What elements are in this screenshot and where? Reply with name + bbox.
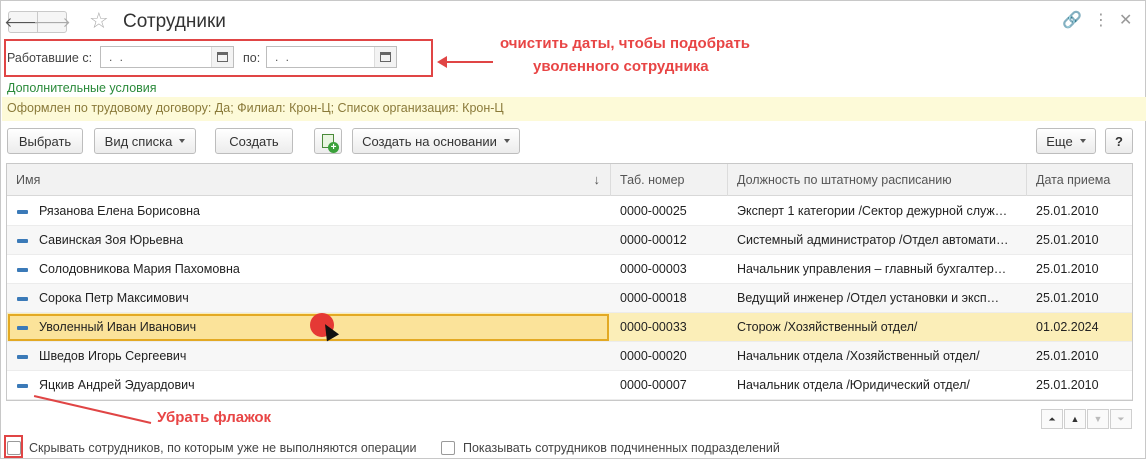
tab-number-cell: 0000-00007 <box>620 378 687 392</box>
employee-item-icon <box>17 326 28 330</box>
to-date-field[interactable]: . . <box>266 46 397 68</box>
tab-number-cell: 0000-00033 <box>620 320 687 334</box>
hire-date-cell: 25.01.2010 <box>1036 378 1099 392</box>
close-icon[interactable]: ✕ <box>1119 11 1132 31</box>
tab-number-cell: 0000-00012 <box>620 233 687 247</box>
position-cell: Системный администратор /Отдел автомати… <box>737 233 1009 247</box>
annotation-checkbox-note: Убрать флажок <box>157 409 272 426</box>
from-date-value: . . <box>109 50 126 64</box>
help-button[interactable]: ? <box>1105 128 1133 154</box>
column-header-tab-number[interactable]: Таб. номер <box>611 164 728 196</box>
to-date-value: . . <box>275 50 292 64</box>
tab-number-cell: 0000-00018 <box>620 291 687 305</box>
create-based-label: Создать на основании <box>362 133 497 149</box>
view-list-button[interactable]: Вид списка <box>94 128 196 154</box>
employee-name-cell: Солодовникова Мария Пахомовна <box>39 262 240 276</box>
column-header-hire-date[interactable]: Дата приема <box>1027 164 1132 196</box>
more-label: Еще <box>1046 133 1073 149</box>
position-cell: Начальник отдела /Юридический отдел/ <box>737 378 970 392</box>
create-copy-icon <box>322 134 339 153</box>
extra-conditions-link[interactable]: Дополнительные условия <box>7 81 157 95</box>
position-cell: Начальник отдела /Хозяйственный отдел/ <box>737 349 980 363</box>
employee-item-icon <box>17 210 28 214</box>
last-page-icon: ⏷ <box>1117 413 1125 424</box>
favorite-star-icon[interactable]: ☆ <box>89 9 109 33</box>
view-list-label: Вид списка <box>104 133 173 149</box>
arrow-right-icon: 🡒 <box>33 13 71 30</box>
hire-date-cell: 25.01.2010 <box>1036 262 1099 276</box>
scroll-up-button[interactable]: ▲ <box>1064 409 1086 429</box>
table-row[interactable]: Рязанова Елена Борисовна 0000-00025 Экспер… <box>7 197 1132 226</box>
annotation-dates-line2: уволенного сотрудника <box>533 58 709 75</box>
employee-name-cell: Рязанова Елена Борисовна <box>39 204 200 218</box>
column-header-name-label: Имя <box>16 173 41 187</box>
column-header-name[interactable]: Имя ↓ <box>7 164 611 196</box>
table-row[interactable]: Уволенный Иван Иванович 0000-00033 Сторож … <box>7 313 1132 342</box>
table-row[interactable]: Савинская Зоя Юрьевна 0000-00012 Системный… <box>7 226 1132 255</box>
employee-item-icon <box>17 384 28 388</box>
hire-date-cell: 25.01.2010 <box>1036 204 1099 218</box>
forward-button[interactable]: 🡒 <box>33 11 71 33</box>
tab-number-cell: 0000-00025 <box>620 204 687 218</box>
select-button[interactable]: Выбрать <box>7 128 83 154</box>
employee-name-cell: Уволенный Иван Иванович <box>39 320 197 334</box>
to-calendar-button[interactable] <box>374 47 396 67</box>
page-down-icon: ▼ <box>1093 414 1103 424</box>
create-button[interactable]: Создать <box>215 128 293 154</box>
hire-date-cell: 25.01.2010 <box>1036 233 1099 247</box>
create-based-button[interactable]: Создать на основании <box>352 128 520 154</box>
table-header: Имя ↓ Таб. номер Должность по штатному р… <box>7 164 1132 196</box>
table-row[interactable]: Шведов Игорь Сергеевич 0000-00020 Начальни… <box>7 342 1132 371</box>
annotation-arrow-line <box>445 61 493 63</box>
employees-table: Имя ↓ Таб. номер Должность по штатному р… <box>6 163 1133 401</box>
more-vertical-icon[interactable]: ⋮ <box>1093 11 1109 31</box>
employee-item-icon <box>17 355 28 359</box>
employee-item-icon <box>17 268 28 272</box>
position-cell: Эксперт 1 категории /Сектор дежурной слу… <box>737 204 1008 218</box>
employee-item-icon <box>17 297 28 301</box>
from-calendar-button[interactable] <box>211 47 233 67</box>
copy-create-button[interactable] <box>314 128 342 154</box>
tab-number-cell: 0000-00020 <box>620 349 687 363</box>
table-row[interactable]: Сорока Петр Максимович 0000-00018 Ведущий … <box>7 284 1132 313</box>
scroll-down-button[interactable]: ▼ <box>1087 409 1109 429</box>
position-cell: Начальник управления – главный бухгалтер… <box>737 262 1007 276</box>
hire-date-cell: 01.02.2024 <box>1036 320 1099 334</box>
more-button[interactable]: Еще <box>1036 128 1096 154</box>
show-subordinate-checkbox[interactable] <box>441 441 455 455</box>
column-header-position[interactable]: Должность по штатному расписанию <box>728 164 1027 196</box>
hide-inactive-label: Скрывать сотрудников, по которым уже не … <box>29 441 417 455</box>
employee-name-cell: Сорока Петр Максимович <box>39 291 189 305</box>
hire-date-cell: 25.01.2010 <box>1036 349 1099 363</box>
employee-name-cell: Шведов Игорь Сергеевич <box>39 349 187 363</box>
table-row[interactable]: Яцкив Андрей Эдуардович 0000-00007 Начальн… <box>7 371 1132 400</box>
annotation-dates-line1: очистить даты, чтобы подобрать <box>500 35 751 52</box>
sort-down-icon: ↓ <box>593 172 601 187</box>
scroll-to-top-button[interactable]: ⏶ <box>1041 409 1063 429</box>
hire-date-cell: 25.01.2010 <box>1036 291 1099 305</box>
show-subordinate-label: Показывать сотрудников подчиненных подра… <box>463 441 780 455</box>
employee-name-cell: Савинская Зоя Юрьевна <box>39 233 184 247</box>
calendar-icon <box>380 52 391 62</box>
page-up-icon: ▲ <box>1070 414 1080 424</box>
tab-number-cell: 0000-00003 <box>620 262 687 276</box>
position-cell: Сторож /Хозяйственный отдел/ <box>737 320 918 334</box>
scroll-to-bottom-button[interactable]: ⏷ <box>1110 409 1132 429</box>
employee-name-cell: Яцкив Андрей Эдуардович <box>39 378 195 392</box>
link-icon[interactable]: 🔗 <box>1062 11 1082 31</box>
hide-inactive-checkbox[interactable] <box>7 441 21 455</box>
to-label: по: <box>243 51 261 65</box>
position-cell: Ведущий инженер /Отдел установки и эксп… <box>737 291 1000 305</box>
employee-item-icon <box>17 239 28 243</box>
from-label: Работавшие с: <box>7 51 93 65</box>
window-title: Сотрудники <box>123 11 226 32</box>
from-date-field[interactable]: . . <box>100 46 234 68</box>
first-page-icon: ⏶ <box>1048 413 1056 424</box>
employees-window: 🡐 🡒 ☆ Сотрудники 🔗 ⋮ ✕ Работавшие с: . .… <box>0 0 1146 459</box>
conditions-bar[interactable]: Оформлен по трудовому договору: Да; Фили… <box>2 97 1146 121</box>
table-row[interactable]: Солодовникова Мария Пахомовна 0000-00003 Н… <box>7 255 1132 284</box>
calendar-icon <box>217 52 228 62</box>
